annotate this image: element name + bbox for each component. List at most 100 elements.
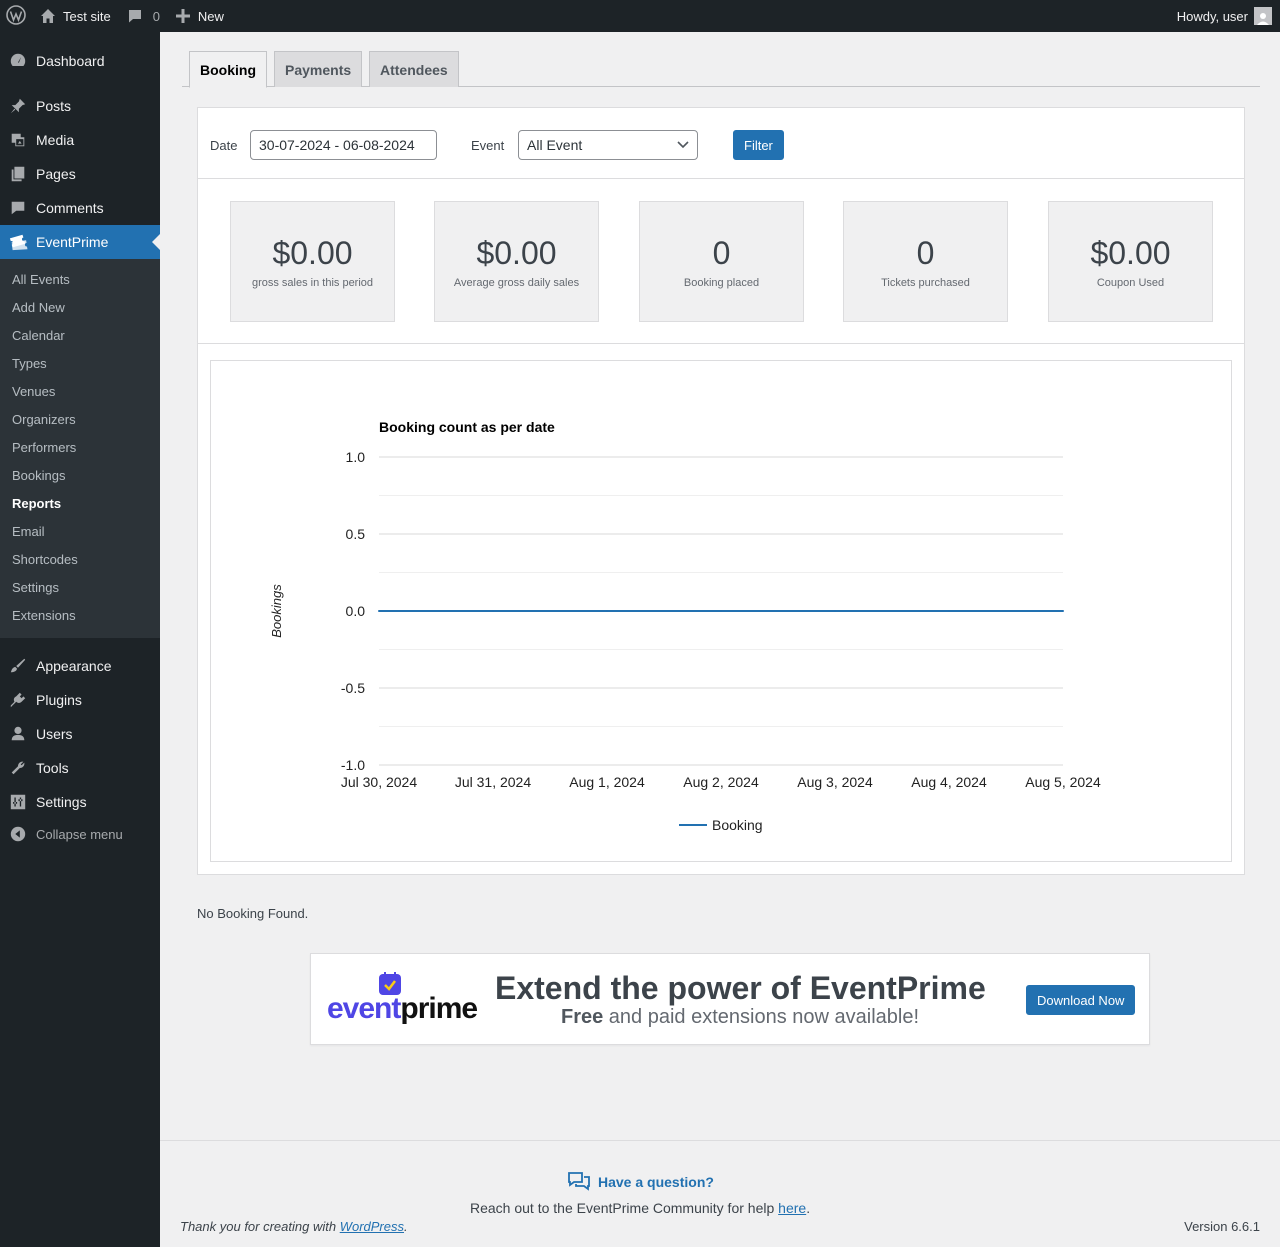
submenu-item-organizers[interactable]: Organizers (12, 412, 76, 427)
wordpress-logo-icon (6, 4, 26, 28)
thanks-text: Thank you for creating with (180, 1219, 340, 1234)
sidebar-item-media[interactable]: Media (0, 123, 160, 157)
wordpress-logo-button[interactable] (0, 0, 32, 32)
pin-icon (0, 97, 36, 115)
stat-gross-sales: $0.00 gross sales in this period (230, 201, 395, 322)
tab-payments[interactable]: Payments (274, 51, 363, 87)
sidebar-item-label: Settings (36, 794, 87, 810)
chart-y-tick-label: -1.0 (341, 757, 365, 773)
brush-icon (0, 657, 36, 675)
sidebar-item-plugins[interactable]: Plugins (0, 683, 160, 717)
media-icon (0, 131, 36, 149)
submenu-item-all-events[interactable]: All Events (12, 272, 70, 287)
logo-text-prime: prime (400, 992, 478, 1025)
stat-booking-placed: 0 Booking placed (639, 201, 804, 322)
sidebar-item-tools[interactable]: Tools (0, 751, 160, 785)
submenu-item-types[interactable]: Types (12, 356, 47, 371)
sidebar-item-label: Dashboard (36, 53, 105, 69)
chart-point (1062, 610, 1064, 612)
question-text: Have a question? (598, 1174, 714, 1190)
submenu-item-shortcodes[interactable]: Shortcodes (12, 552, 78, 567)
submenu-item-bookings[interactable]: Bookings (12, 468, 65, 483)
chart-point (948, 610, 950, 612)
booking-line-chart: 1.0 0.5 0.0 -0.5 -1.0Jul 30, 2024 Jul 31, 202… (269, 419, 1101, 833)
extensions-banner: eventprime Extend the power of EventPrim… (310, 953, 1150, 1045)
submenu-item-reports[interactable]: Reports (12, 496, 61, 511)
sidebar-item-label: Tools (36, 760, 69, 776)
stat-value: $0.00 (476, 235, 557, 271)
chart-x-tick-label: Aug 2, 2024 (683, 774, 759, 790)
chart-y-tick-label: 0.0 (346, 603, 366, 619)
community-help-text: Reach out to the EventPrime Community fo… (470, 1200, 810, 1216)
event-label: Event (471, 138, 505, 153)
sidebar-item-users[interactable]: Users (0, 717, 160, 751)
stat-tickets-purchased: 0 Tickets purchased (843, 201, 1008, 322)
submenu-item-email[interactable]: Email (12, 524, 45, 539)
account-menu[interactable]: Howdy, user (1177, 7, 1280, 25)
download-now-button[interactable]: Download Now (1026, 985, 1136, 1015)
date-range-input[interactable]: 30-07-2024 - 06-08-2024 (250, 130, 437, 160)
sidebar-item-label: Pages (36, 166, 76, 182)
footer-thanks: Thank you for creating with WordPress. (180, 1219, 408, 1234)
chart-x-tick-label: Aug 1, 2024 (569, 774, 645, 790)
sidebar-item-label: Appearance (36, 658, 112, 674)
collapse-menu-button[interactable]: Collapse menu (0, 824, 160, 844)
stat-average-daily-sales: $0.00 Average gross daily sales (434, 201, 599, 322)
sidebar-item-label: Media (36, 132, 75, 148)
chart-title: Booking count as per date (379, 419, 555, 435)
sliders-icon (0, 793, 36, 811)
sidebar-item-settings[interactable]: Settings (0, 785, 160, 819)
submenu-item-performers[interactable]: Performers (12, 440, 76, 455)
stat-value: 0 (916, 235, 935, 271)
stat-value: 0 (712, 235, 731, 271)
stat-value: $0.00 (1090, 235, 1171, 271)
submenu-item-venues[interactable]: Venues (12, 384, 55, 399)
reach-end: . (806, 1200, 811, 1216)
community-help-link[interactable]: here (778, 1200, 806, 1216)
stats-row: $0.00 gross sales in this period $0.00 A… (198, 179, 1244, 344)
event-select[interactable]: All Event (518, 130, 698, 160)
sidebar-item-pages[interactable]: Pages (0, 157, 160, 191)
tab-attendees[interactable]: Attendees (369, 51, 459, 87)
banner-sub-bold: Free (561, 1006, 604, 1028)
footer-divider (160, 1140, 1280, 1141)
stat-caption: Tickets purchased (881, 277, 970, 289)
report-tabs: Booking Payments Attendees (182, 51, 1260, 88)
user-icon (0, 725, 36, 743)
wrench-icon (0, 759, 36, 777)
sidebar-item-label: Comments (36, 200, 104, 216)
sidebar-item-dashboard[interactable]: Dashboard (0, 44, 160, 78)
chart-point (606, 610, 608, 612)
chart-y-axis-label: Bookings (269, 584, 284, 638)
admin-bar: Test site 0 New Howdy, user (0, 0, 1280, 32)
comments-link[interactable]: 0 (119, 0, 168, 32)
tickets-icon (0, 233, 36, 251)
sidebar-item-label: Users (36, 726, 73, 742)
sidebar-item-comments[interactable]: Comments (0, 191, 160, 225)
submenu-item-extensions[interactable]: Extensions (12, 608, 76, 623)
comments-count: 0 (152, 8, 160, 24)
chart-x-tick-label: Jul 31, 2024 (455, 774, 531, 790)
collapse-label: Collapse menu (36, 826, 123, 842)
sidebar-item-appearance[interactable]: Appearance (0, 649, 160, 683)
report-panel: Date 30-07-2024 - 06-08-2024 Event All E… (197, 107, 1245, 875)
wp-version: Version 6.6.1 (1184, 1219, 1260, 1234)
submenu-item-settings[interactable]: Settings (12, 580, 59, 595)
submenu-item-calendar[interactable]: Calendar (12, 328, 65, 343)
wordpress-link[interactable]: WordPress (340, 1219, 404, 1234)
filter-row: Date 30-07-2024 - 06-08-2024 Event All E… (198, 108, 1244, 179)
chart-x-tick-label: Aug 5, 2024 (1025, 774, 1101, 790)
filter-button[interactable]: Filter (733, 130, 784, 160)
chart-x-tick-label: Aug 3, 2024 (797, 774, 873, 790)
stat-caption: gross sales in this period (251, 277, 374, 289)
stat-caption: Coupon Used (1096, 277, 1165, 289)
banner-title: Extend the power of EventPrime (495, 970, 986, 1006)
booking-chart-container: 1.0 0.5 0.0 -0.5 -1.0 Jul 30, 2024 Jul 31, 202… (210, 360, 1232, 862)
sidebar-item-posts[interactable]: Posts (0, 89, 160, 123)
new-content-link[interactable]: New (168, 0, 232, 32)
tab-booking[interactable]: Booking (189, 51, 267, 88)
chart-y-tick-label: 0.5 (346, 526, 366, 542)
sidebar-item-eventprime[interactable]: EventPrime (0, 225, 160, 259)
site-name-link[interactable]: Test site (32, 0, 119, 32)
submenu-item-add-new[interactable]: Add New (12, 300, 65, 315)
